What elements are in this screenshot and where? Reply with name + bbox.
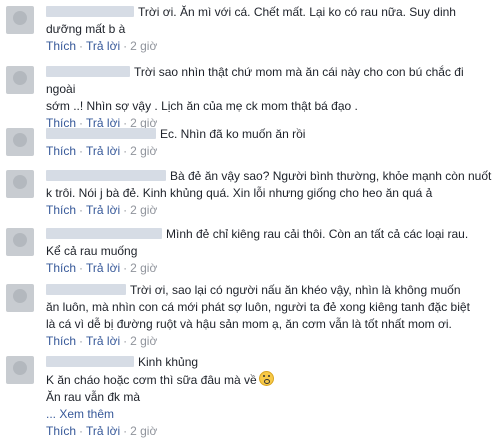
timestamp[interactable]: 2 giờ (130, 144, 157, 158)
comment-line: Mình đẻ chỉ kiêng rau cải thôi. Còn an t… (166, 227, 469, 241)
commenter-name[interactable] (46, 170, 166, 181)
like-link[interactable]: Thích (46, 144, 76, 158)
comment-line: Trời ơi, sao lại có người nấu ăn khéo vậ… (130, 283, 461, 297)
comment-line: Kể cả rau muống (46, 244, 138, 258)
timestamp[interactable]: 2 giờ (130, 424, 157, 438)
like-link[interactable]: Thích (46, 261, 76, 275)
comment-actions: Thích · Trả lời · 2 giờ (46, 424, 158, 438)
avatar[interactable] (6, 66, 34, 94)
reply-link[interactable]: Trả lời (86, 203, 120, 217)
comment-actions: Thích · Trả lời · 2 giờ (46, 39, 158, 53)
comment-line: ăn luôn, mà nhìn con cá mới phát sợ luôn… (46, 300, 470, 314)
commenter-name[interactable] (46, 128, 156, 139)
like-link[interactable]: Thích (46, 424, 76, 438)
reply-link[interactable]: Trả lời (86, 334, 120, 348)
timestamp[interactable]: 2 giờ (130, 261, 157, 275)
commenter-name[interactable] (46, 6, 134, 17)
comment-line: dưỡng mất b à (46, 22, 126, 36)
commenter-name[interactable] (46, 356, 134, 367)
avatar[interactable] (6, 6, 34, 34)
avatar[interactable] (6, 284, 34, 312)
comment-line: Bà đẻ ăn vậy sao? Người bình thường, khỏ… (170, 169, 492, 183)
comment-feed: Trời ơi. Ăn mì với cá. Chết mất. Lại ko … (0, 0, 500, 441)
reply-link[interactable]: Trả lời (86, 144, 120, 158)
reply-link[interactable]: Trả lời (86, 261, 120, 275)
comment-line: Kinh khủng (138, 355, 199, 369)
comment-actions: Thích · Trả lời · 2 giờ (46, 203, 158, 217)
commenter-name[interactable] (46, 66, 130, 77)
like-link[interactable]: Thích (46, 39, 76, 53)
comment-line: K ăn cháo hoặc cơm thì sữa đâu mà về (46, 373, 257, 387)
commenter-name[interactable] (46, 228, 162, 239)
avatar[interactable] (6, 170, 34, 198)
timestamp[interactable]: 2 giờ (130, 39, 157, 53)
comment-actions: Thích · Trả lời · 2 giờ (46, 334, 158, 348)
avatar[interactable] (6, 356, 34, 384)
commenter-name[interactable] (46, 284, 126, 295)
timestamp[interactable]: 2 giờ (130, 203, 157, 217)
comment-line: là cá vì dễ bị đường ruột và hậu sản mom… (46, 317, 452, 331)
comment-line: Ec. Nhìn đã ko muốn ăn rồi (160, 127, 306, 141)
grinning-emoji-icon (258, 371, 274, 386)
comment-actions: Thích · Trả lời · 2 giờ (46, 261, 158, 275)
like-link[interactable]: Thích (46, 203, 76, 217)
timestamp[interactable]: 2 giờ (130, 334, 157, 348)
reply-link[interactable]: Trả lời (86, 424, 120, 438)
comment-line: Ăn rau vẫn đk mà (46, 390, 141, 404)
avatar[interactable] (6, 228, 34, 256)
reply-link[interactable]: Trả lời (86, 39, 120, 53)
see-more-link[interactable]: ... Xem thêm (46, 406, 494, 423)
avatar[interactable] (6, 128, 34, 156)
comment-line: sớm ..! Nhìn sợ vậy . Lịch ăn của mẹ ck … (46, 99, 358, 113)
like-link[interactable]: Thích (46, 334, 76, 348)
comment-line: k trôi. Nói j bà đẻ. Kinh khủng quá. Xin… (46, 186, 433, 200)
comment-actions: Thích · Trả lời · 2 giờ (46, 144, 158, 158)
comment-line: Trời ơi. Ăn mì với cá. Chết mất. Lại ko … (138, 5, 456, 19)
